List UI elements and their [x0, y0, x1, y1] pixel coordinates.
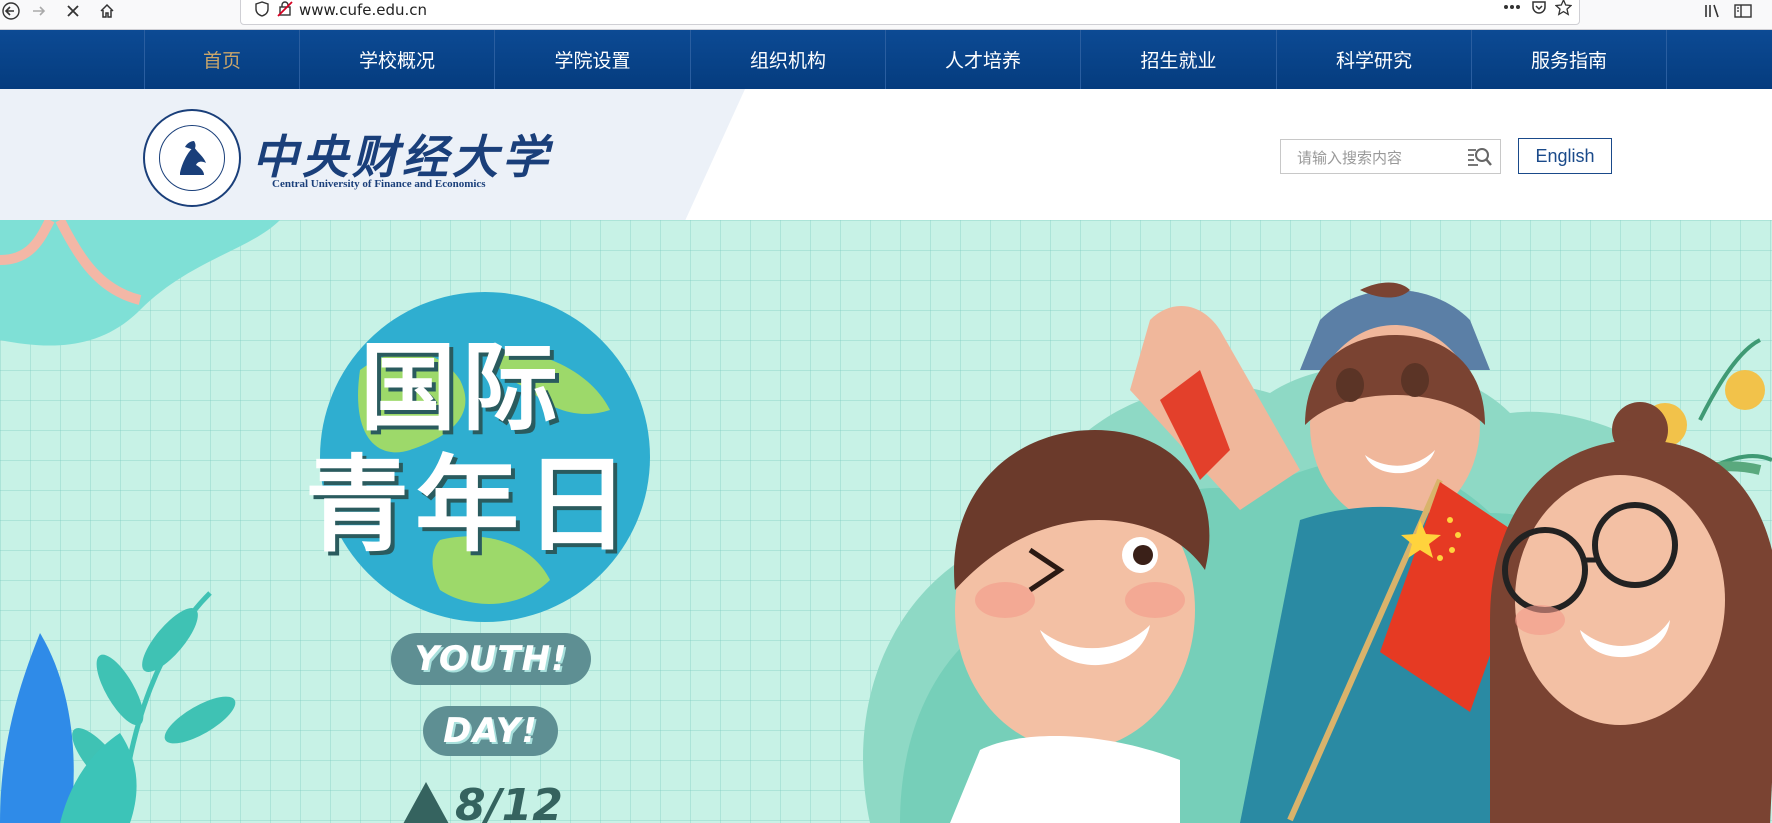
nav-item-schools[interactable]: 学院设置 [495, 30, 691, 89]
university-name-english: Central University of Finance and Econom… [272, 178, 486, 190]
page-actions-menu-icon[interactable] [1503, 0, 1521, 16]
site-header: 中央财经大学 Central University of Finance and… [0, 89, 1772, 220]
back-icon[interactable] [0, 0, 22, 22]
search-input[interactable] [1281, 140, 1469, 175]
nav-item-admissions[interactable]: 招生就业 [1081, 30, 1277, 89]
nav-item-about[interactable]: 学校概况 [300, 30, 495, 89]
banner-title-line2: 青年日 [305, 444, 636, 566]
sidebar-icon[interactable] [1732, 0, 1754, 22]
forward-icon[interactable] [28, 0, 50, 22]
nav-item-services[interactable]: 服务指南 [1472, 30, 1667, 89]
url-text[interactable]: www.cufe.edu.cn [299, 1, 427, 19]
pocket-icon[interactable] [1531, 0, 1547, 16]
stop-loading-icon[interactable] [62, 0, 84, 22]
banner-date: 8/12 [455, 780, 563, 823]
youth-pill: YOUTH! [391, 633, 591, 685]
triangle-icon [403, 782, 449, 823]
day-pill-text: DAY! [443, 711, 538, 751]
connection-insecure-icon[interactable] [277, 1, 293, 17]
university-seal-logo[interactable] [143, 109, 241, 207]
hero-banner[interactable]: 国际 青年日 YOUTH! DAY! 8/12 [0, 220, 1772, 823]
nav-item-education[interactable]: 人才培养 [886, 30, 1081, 89]
banner-illustration [0, 220, 1772, 823]
url-bar[interactable]: www.cufe.edu.cn [240, 0, 1580, 25]
search-box [1280, 139, 1501, 175]
tracking-shield-icon[interactable] [255, 1, 269, 17]
search-icon[interactable] [1466, 145, 1492, 169]
main-nav: 首页 学校概况 学院设置 组织机构 人才培养 招生就业 科学研究 服务指南 [0, 30, 1772, 89]
home-icon[interactable] [96, 0, 118, 22]
library-icon[interactable] [1702, 0, 1724, 22]
day-pill: DAY! [423, 706, 558, 756]
browser-toolbar: www.cufe.edu.cn [0, 0, 1772, 30]
nav-item-home[interactable]: 首页 [144, 30, 300, 89]
nav-item-research[interactable]: 科学研究 [1277, 30, 1472, 89]
english-version-button[interactable]: English [1518, 138, 1612, 174]
nav-item-organization[interactable]: 组织机构 [691, 30, 886, 89]
bookmark-star-icon[interactable] [1555, 0, 1572, 16]
youth-pill-text: YOUTH! [414, 639, 568, 679]
